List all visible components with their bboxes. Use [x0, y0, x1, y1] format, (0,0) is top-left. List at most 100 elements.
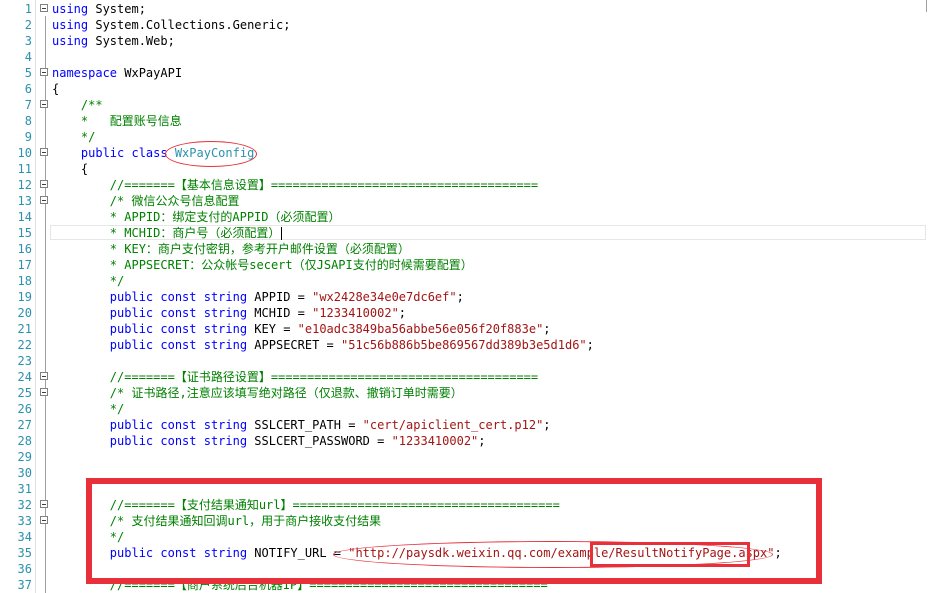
collapse-toggle-icon[interactable] [40, 180, 48, 188]
code-token: { [52, 162, 89, 176]
code-token: APPID = [254, 290, 313, 304]
code-token: ; [543, 418, 551, 432]
code-token: ; [774, 546, 782, 560]
code-token: "1233410002" [312, 306, 399, 320]
line-number: 8 [24, 114, 32, 128]
collapse-toggle-icon[interactable] [40, 100, 48, 108]
code-token: /* 支付结果通知回调url，用于商户接收支付结果 [52, 514, 382, 528]
code-text: using System.Collections.Generic; [52, 17, 290, 33]
line-number: 16 [17, 242, 32, 256]
line-number: 10 [17, 146, 32, 160]
line-number: 13 [17, 194, 32, 208]
code-line[interactable]: 12 //=======【基本信息设置】====================… [0, 177, 929, 193]
code-line[interactable]: 31 [0, 481, 929, 497]
code-text: */ [52, 129, 95, 145]
code-line[interactable]: 2 using System.Collections.Generic; [0, 17, 929, 33]
collapse-toggle-icon[interactable] [40, 148, 48, 156]
line-number: 5 [24, 66, 32, 80]
code-text: public const string MCHID = "1233410002"… [52, 305, 406, 321]
code-token: WxPayConfig [174, 146, 255, 160]
line-number: 2 [24, 18, 32, 32]
line-number: 35 [17, 546, 32, 560]
code-line[interactable]: 13 /* 微信公众号信息配置 [0, 193, 929, 209]
code-token: /* 证书路径,注意应该填写绝对路径（仅退款、撤销订单时需要） [52, 386, 463, 400]
code-text: * MCHID：商户号（必须配置） [52, 225, 283, 241]
code-line[interactable]: 33 /* 支付结果通知回调url，用于商户接收支付结果 [0, 513, 929, 529]
text-caret [281, 227, 283, 240]
code-token: ; [398, 306, 407, 320]
code-line[interactable]: 36 [0, 561, 929, 577]
code-line[interactable]: 8 * 配置账号信息 [0, 113, 929, 129]
collapse-toggle-icon[interactable] [40, 388, 48, 396]
code-text: */ [52, 529, 124, 545]
line-number: 23 [17, 354, 32, 368]
line-number: 29 [17, 450, 32, 464]
code-line[interactable]: 5 namespace WxPayAPI [0, 65, 929, 81]
code-line[interactable]: 16 * KEY：商户支付密钥，参考开户邮件设置（必须配置） [0, 241, 929, 257]
code-line[interactable]: 25 /* 证书路径,注意应该填写绝对路径（仅退款、撤销订单时需要） [0, 385, 929, 401]
code-line[interactable]: 14 * APPID：绑定支付的APPID（必须配置） [0, 209, 929, 225]
code-token: /** [52, 98, 103, 112]
code-token: ; [586, 338, 594, 352]
code-line[interactable]: 24 //=======【证书路径设置】====================… [0, 369, 929, 385]
code-line[interactable]: 32 //=======【支付结果通知url】=================… [0, 497, 929, 513]
code-token: System.Collections.Generic; [88, 18, 291, 32]
code-token: "1233410002" [391, 434, 479, 448]
code-line[interactable]: 3 using System.Web; [0, 33, 929, 49]
code-line[interactable]: 19 public const string APPID = "wx2428e3… [0, 289, 929, 305]
code-text: * APPSECRET：公众帐号secert（仅JSAPI支付的时候需要配置） [52, 257, 473, 273]
collapse-toggle-icon[interactable] [40, 372, 48, 380]
code-line[interactable]: 37 //=======【商户系统后台机器IP】================… [0, 577, 929, 593]
code-token: "e10adc3849ba56abbe56e056f20f883e" [297, 322, 544, 336]
code-line[interactable]: 21 public const string KEY = "e10adc3849… [0, 321, 929, 337]
code-token: ; [543, 322, 551, 336]
code-line[interactable]: 26 */ [0, 401, 929, 417]
line-number: 17 [17, 258, 32, 272]
code-line[interactable]: 9 */ [0, 129, 929, 145]
collapse-toggle-icon[interactable] [40, 196, 48, 204]
code-token: public const string [52, 306, 255, 320]
collapse-toggle-icon[interactable] [40, 500, 48, 508]
line-number: 7 [24, 98, 32, 112]
code-line[interactable]: 17 * APPSECRET：公众帐号secert（仅JSAPI支付的时候需要配… [0, 257, 929, 273]
code-token: */ [52, 274, 125, 288]
code-text: */ [52, 401, 124, 417]
code-token: public const string [52, 290, 255, 304]
code-line[interactable]: 10 public class WxPayConfig [0, 145, 929, 161]
line-number: 28 [17, 434, 32, 448]
code-token: //=======【基本信息设置】=======================… [52, 178, 539, 192]
code-token: NOTIFY_URL = [254, 546, 349, 560]
code-line[interactable]: 7 /** [0, 97, 929, 113]
code-line[interactable]: 18 */ [0, 273, 929, 289]
code-line[interactable]: 27 public const string SSLCERT_PATH = "c… [0, 417, 929, 433]
code-line[interactable]: 15 * MCHID：商户号（必须配置） [0, 225, 929, 241]
code-line[interactable]: 11 { [0, 161, 929, 177]
code-text: { [52, 81, 59, 97]
code-line[interactable]: 1 using System; [0, 1, 929, 17]
code-line[interactable]: 20 public const string MCHID = "12334100… [0, 305, 929, 321]
code-line[interactable]: 34 */ [0, 529, 929, 545]
code-line[interactable]: 23 [0, 353, 929, 369]
code-token: "cert/apiclient_cert.p12" [362, 418, 544, 432]
collapse-toggle-icon[interactable] [40, 4, 48, 12]
code-line[interactable]: 35 public const string NOTIFY_URL = "htt… [0, 545, 929, 561]
line-number: 22 [17, 338, 32, 352]
collapse-toggle-icon[interactable] [40, 516, 48, 524]
code-text: //=======【证书路径设置】=======================… [52, 369, 538, 385]
code-token: "http://paysdk.weixin.qq.com/example/Res… [348, 546, 775, 560]
code-editor[interactable]: 1 using System; 2 using System.Collections.… [0, 0, 929, 593]
code-line[interactable]: 30 [0, 465, 929, 481]
line-number: 11 [17, 162, 32, 176]
code-line[interactable]: 28 public const string SSLCERT_PASSWORD … [0, 433, 929, 449]
code-token: MCHID = [254, 306, 313, 320]
line-number: 1 [24, 2, 32, 16]
code-line[interactable]: 22 public const string APPSECRET = "51c5… [0, 337, 929, 353]
code-line[interactable]: 29 [0, 449, 929, 465]
code-token: * APPID：绑定支付的APPID（必须配置） [52, 210, 341, 224]
collapse-toggle-icon[interactable] [40, 68, 48, 76]
code-line[interactable]: 6{ [0, 81, 929, 97]
code-token: System.Web; [88, 34, 175, 48]
code-token: ; [456, 290, 464, 304]
code-line[interactable]: 4 [0, 49, 929, 65]
code-token: ; [478, 434, 486, 448]
